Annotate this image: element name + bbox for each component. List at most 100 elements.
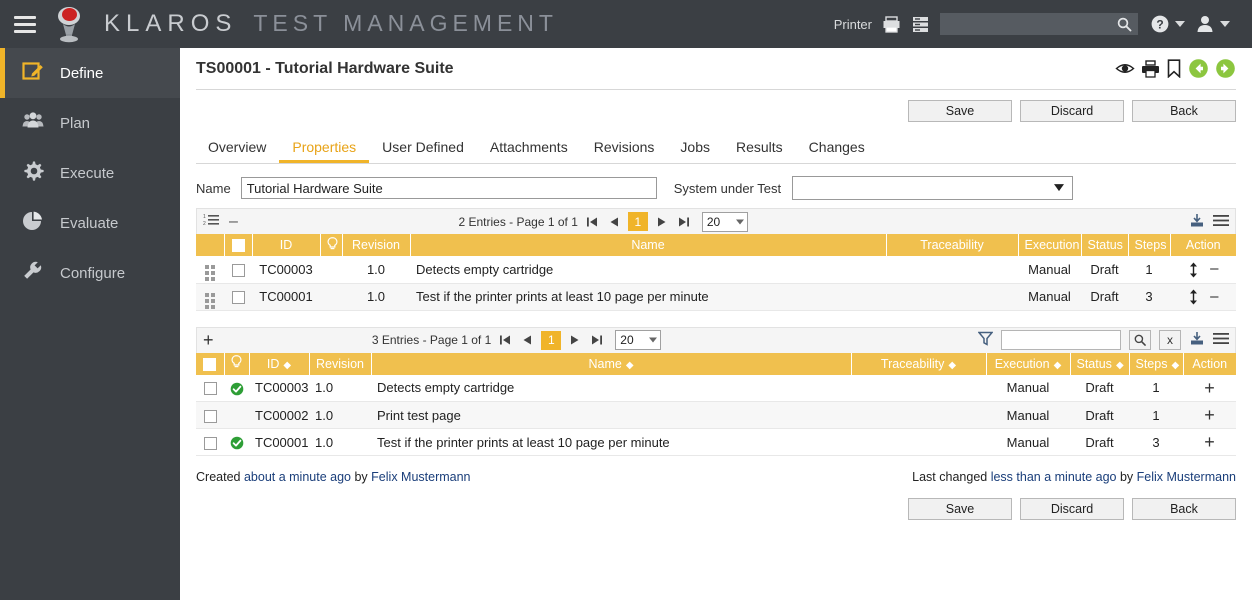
filter-search-button[interactable] — [1129, 330, 1151, 350]
tab-jobs[interactable]: Jobs — [667, 134, 723, 163]
next-page-icon[interactable] — [567, 334, 583, 346]
tab-overview[interactable]: Overview — [196, 134, 279, 163]
tab-attachments[interactable]: Attachments — [477, 134, 581, 163]
system-under-test-select[interactable] — [792, 176, 1074, 200]
assigned-th-revision[interactable]: Revision — [342, 234, 411, 256]
funnel-icon[interactable] — [977, 331, 994, 349]
assigned-th-name[interactable]: Name — [410, 234, 887, 256]
assigned-th-select-all[interactable] — [224, 234, 253, 256]
available-th-id[interactable]: ID ◆ — [249, 352, 310, 375]
remove-row-icon[interactable]: – — [1210, 288, 1218, 305]
assigned-th-status[interactable]: Status — [1081, 234, 1129, 256]
next-arrow-icon[interactable] — [1215, 58, 1236, 79]
row-checkbox-cell[interactable] — [196, 428, 224, 456]
changed-user[interactable]: Felix Mustermann — [1137, 470, 1236, 484]
sidebar-item-define[interactable]: Define — [0, 48, 180, 98]
row-id[interactable]: TC00003 — [249, 374, 309, 402]
user-menu[interactable] — [1195, 14, 1230, 34]
search-icon[interactable] — [1117, 17, 1132, 32]
available-th-select-all[interactable] — [196, 352, 225, 375]
last-page-icon[interactable] — [589, 334, 605, 346]
discard-button-bottom[interactable]: Discard — [1020, 498, 1124, 520]
table-row[interactable]: TC00003 1.0 Detects empty cartridge Manu… — [196, 256, 1236, 284]
chevron-down-icon[interactable] — [1220, 21, 1230, 27]
assigned-current-page[interactable]: 1 — [627, 212, 648, 231]
available-page-size-select[interactable]: 20 — [615, 330, 662, 350]
last-page-icon[interactable] — [676, 216, 692, 228]
sidebar-item-configure[interactable]: Configure — [0, 248, 180, 298]
available-current-page[interactable]: 1 — [541, 330, 562, 350]
export-icon[interactable] — [1189, 331, 1205, 349]
prev-page-icon[interactable] — [606, 216, 622, 228]
sort-icon[interactable]: ◆ — [1171, 360, 1179, 371]
move-updown-icon[interactable] — [1188, 289, 1199, 305]
name-input[interactable] — [240, 177, 657, 199]
available-th-status[interactable]: Status ◆ — [1070, 352, 1130, 375]
tab-changes[interactable]: Changes — [796, 134, 878, 163]
assigned-th-id[interactable]: ID — [252, 234, 321, 256]
export-icon[interactable] — [1189, 213, 1205, 231]
row-checkbox-cell[interactable] — [196, 401, 224, 429]
save-button-bottom[interactable]: Save — [908, 498, 1012, 520]
chevron-down-icon[interactable] — [1175, 21, 1185, 27]
eye-icon[interactable] — [1115, 60, 1135, 77]
sidebar-item-plan[interactable]: Plan — [0, 98, 180, 148]
table-row[interactable]: TC00001 1.0 Test if the printer prints a… — [196, 283, 1236, 311]
available-th-revision[interactable]: Revision — [309, 352, 372, 375]
move-updown-icon[interactable] — [1188, 262, 1199, 278]
sort-icon[interactable]: ◆ — [283, 360, 291, 371]
assigned-th-execution[interactable]: Execution — [1018, 234, 1082, 256]
help-circle-icon[interactable]: ? — [1150, 14, 1170, 34]
row-checkbox[interactable] — [203, 409, 217, 423]
row-checkbox[interactable] — [203, 382, 217, 396]
row-checkbox-cell[interactable] — [196, 374, 224, 402]
bookmark-icon[interactable] — [1166, 59, 1182, 78]
sort-icon[interactable]: ◆ — [626, 360, 634, 371]
tab-properties[interactable]: Properties — [279, 134, 370, 163]
row-id[interactable]: TC00001 — [252, 283, 320, 311]
row-checkbox[interactable] — [203, 436, 217, 450]
back-button-top[interactable]: Back — [1132, 100, 1236, 122]
row-checkbox[interactable] — [231, 263, 245, 277]
assigned-page-size-select[interactable]: 20 — [701, 211, 748, 232]
add-row-icon[interactable]: + — [1204, 432, 1215, 452]
sidebar-item-evaluate[interactable]: Evaluate — [0, 198, 180, 248]
row-drag-handle[interactable] — [196, 256, 224, 284]
hamburger-icon[interactable] — [14, 15, 36, 33]
sidebar-item-execute[interactable]: Execute — [0, 148, 180, 198]
row-id[interactable]: TC00001 — [249, 428, 309, 456]
list-menu-icon[interactable] — [1213, 214, 1229, 230]
prev-page-icon[interactable] — [519, 334, 535, 346]
sort-icon[interactable]: ◆ — [1054, 360, 1062, 371]
table-row[interactable]: TC00002 1.0 Print test page Manual Draft… — [196, 401, 1236, 429]
available-th-traceability[interactable]: Traceability ◆ — [851, 352, 987, 375]
add-row-icon[interactable]: + — [1204, 378, 1215, 398]
list-menu-icon[interactable] — [1213, 332, 1229, 348]
user-icon[interactable] — [1195, 14, 1215, 34]
available-th-execution[interactable]: Execution ◆ — [986, 352, 1071, 375]
assigned-th-steps[interactable]: Steps — [1128, 234, 1171, 256]
ordered-list-icon[interactable]: 1 2 — [203, 213, 219, 230]
next-page-icon[interactable] — [654, 216, 670, 228]
minus-icon[interactable]: – — [229, 213, 238, 230]
filter-clear-button[interactable]: x — [1159, 330, 1181, 350]
changed-timestamp[interactable]: less than a minute ago — [991, 470, 1117, 484]
help-menu[interactable]: ? — [1150, 14, 1185, 34]
select-all-checkbox[interactable] — [231, 239, 245, 253]
print-icon[interactable] — [1141, 59, 1160, 78]
assigned-th-traceability[interactable]: Traceability — [886, 234, 1019, 256]
row-checkbox-cell[interactable] — [224, 256, 252, 284]
add-row-icon[interactable]: + — [1204, 405, 1215, 425]
available-th-name[interactable]: Name ◆ — [371, 352, 852, 375]
row-drag-handle[interactable] — [196, 283, 224, 311]
created-timestamp[interactable]: about a minute ago — [244, 470, 351, 484]
first-page-icon[interactable] — [497, 334, 513, 346]
sort-icon[interactable]: ◆ — [948, 360, 956, 371]
server-icon[interactable] — [911, 16, 930, 33]
row-checkbox[interactable] — [231, 291, 245, 305]
created-user[interactable]: Felix Mustermann — [371, 470, 470, 484]
printer-icon[interactable] — [882, 15, 901, 33]
first-page-icon[interactable] — [584, 216, 600, 228]
row-id[interactable]: TC00002 — [249, 401, 309, 429]
sort-icon[interactable]: ◆ — [1116, 360, 1124, 371]
